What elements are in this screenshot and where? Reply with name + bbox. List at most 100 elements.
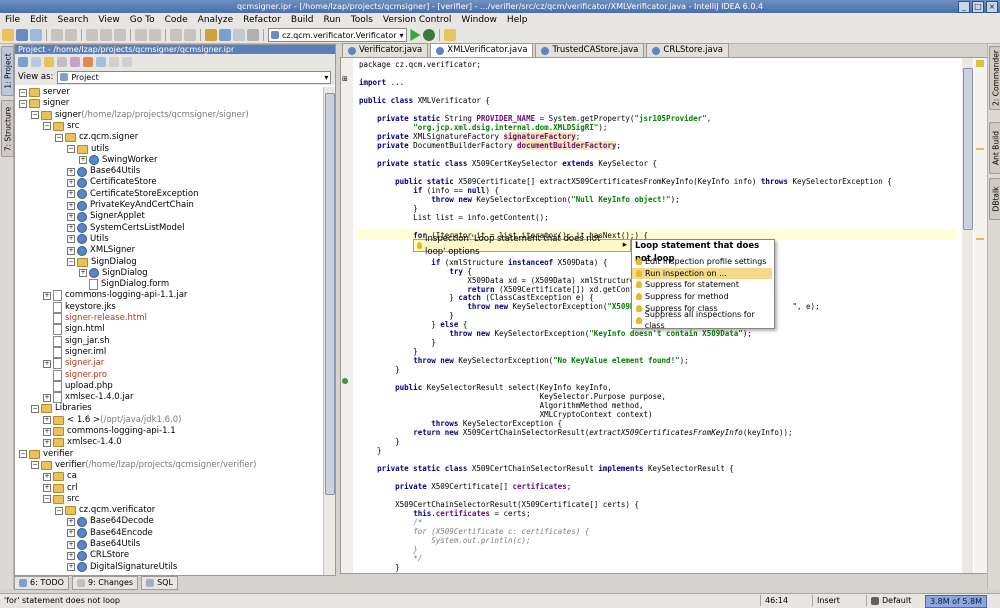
expand-icon[interactable]: + (67, 529, 75, 538)
close-button[interactable]: × (986, 1, 998, 13)
maximize-button[interactable]: □ (972, 1, 984, 13)
tree-node[interactable]: − src (43, 494, 79, 505)
help-icon[interactable] (122, 56, 132, 67)
expand-icon[interactable]: + (43, 393, 51, 402)
tree-node[interactable]: + SignerApplet (67, 211, 145, 222)
tree-node[interactable]: − SignDialog (67, 257, 137, 268)
fold-icon[interactable]: ⊞ (342, 75, 348, 83)
menu-run[interactable]: Run (318, 13, 345, 27)
paste-icon[interactable] (114, 29, 126, 41)
expand-icon[interactable]: + (67, 540, 75, 549)
tree-node[interactable]: signer.iml (43, 346, 106, 358)
tree-node[interactable]: keystore.jks (43, 301, 116, 313)
tree-node[interactable]: − signer (19, 98, 69, 109)
tree-node[interactable]: − utils (67, 144, 109, 155)
tree-node[interactable]: + ca (43, 471, 77, 482)
expand-icon[interactable]: + (79, 156, 87, 165)
replace-icon[interactable] (149, 29, 161, 41)
tree-node[interactable]: − server (19, 87, 70, 98)
menu-version-control[interactable]: Version Control (378, 13, 457, 27)
error-stripe[interactable] (974, 58, 987, 573)
expand-icon[interactable]: + (43, 359, 51, 368)
collapse-icon[interactable]: − (43, 122, 51, 131)
tree-node[interactable]: sign.html (43, 324, 105, 336)
tree-node[interactable]: − Libraries (31, 403, 92, 414)
expand-icon[interactable]: + (67, 551, 75, 560)
code-line[interactable]: public class XMLVerificator { (359, 95, 490, 106)
expand-icon[interactable]: + (43, 472, 51, 481)
editor-tab[interactable]: CRLStore.java (646, 43, 729, 57)
libraries-icon[interactable] (70, 56, 80, 67)
tree-node[interactable]: − cz.qcm.signer (55, 132, 138, 143)
tree-node[interactable]: + SwingWorker (79, 155, 157, 166)
code-line[interactable]: } (359, 445, 382, 456)
tree-node[interactable]: signer.pro (43, 369, 107, 381)
collapse-icon[interactable]: − (43, 495, 51, 504)
autoscroll-icon[interactable] (31, 56, 41, 67)
collapse-icon[interactable]: − (55, 506, 63, 515)
menu-help[interactable]: Help (502, 13, 533, 27)
help-icon[interactable] (443, 29, 456, 41)
tree-node[interactable]: − signer (/home/lzap/projects/qcmsigner/s… (31, 110, 249, 121)
implements-marker-icon[interactable] (342, 378, 348, 384)
tree-node[interactable]: + commons-logging-api-1.1 (43, 426, 176, 437)
submenu-item[interactable]: Suppress all inspections for class (632, 310, 772, 330)
menu-file[interactable]: File (0, 13, 25, 27)
tree-node[interactable]: + signer.jar (43, 358, 104, 370)
tree-node[interactable]: − src (43, 121, 79, 132)
todo-tool-tab[interactable]: 6: TODO (14, 576, 69, 590)
insert-mode[interactable]: Insert (812, 595, 867, 606)
commander-tool-tab[interactable]: 2: Commander (989, 46, 1000, 110)
expand-icon[interactable]: + (67, 563, 75, 572)
collapse-icon[interactable]: − (19, 99, 27, 108)
ant-build-tool-tab[interactable]: Ant Build (989, 122, 1000, 174)
collapse-icon[interactable]: − (67, 258, 75, 266)
code-line[interactable]: throw new KeySelectorException("No KeyVa… (359, 355, 688, 366)
expand-icon[interactable]: + (67, 235, 75, 244)
tree-node[interactable]: − verifier (/home/lzap/projects/qcmsigner… (31, 460, 256, 471)
menu-tools[interactable]: Tools (346, 13, 378, 27)
tree-node[interactable]: + commons-logging-api-1.1.jar (43, 290, 187, 302)
code-line[interactable]: return new X509CertChainSelectorResult(e… (359, 427, 792, 438)
back-icon[interactable] (170, 29, 182, 41)
expand-all-icon[interactable] (109, 56, 119, 67)
editor-scrollbar[interactable] (962, 58, 973, 573)
open-icon[interactable] (2, 29, 14, 41)
make-icon[interactable] (205, 29, 217, 41)
collapse-icon[interactable]: − (67, 145, 75, 153)
expand-icon[interactable]: + (43, 291, 51, 300)
menu-search[interactable]: Search (53, 13, 94, 27)
sync-icon[interactable] (30, 29, 42, 41)
inspection-profile[interactable]: Default (866, 595, 925, 606)
tree-node[interactable]: + DigitalSignatureUtils (67, 562, 177, 573)
collapse-icon[interactable]: − (31, 404, 39, 413)
tree-node[interactable]: sign_jar.sh (43, 335, 110, 347)
collapse-icon[interactable]: − (31, 461, 39, 470)
collapse-icon[interactable]: − (19, 88, 27, 97)
tree-node[interactable]: − verifier (19, 449, 73, 460)
submenu-item[interactable]: Suppress for statement (632, 279, 772, 290)
expand-icon[interactable]: + (67, 167, 75, 176)
undo-icon[interactable] (51, 29, 63, 41)
code-line[interactable]: private DocumentBuilderFactory documentB… (359, 140, 621, 151)
copy-icon[interactable] (100, 29, 112, 41)
tree-node[interactable]: + crl (43, 483, 78, 494)
expand-icon[interactable]: + (67, 201, 75, 210)
expand-icon[interactable]: + (67, 190, 75, 199)
menu-code[interactable]: Code (160, 13, 193, 27)
tree-node[interactable]: + SystemCertsListModel (67, 223, 185, 234)
editor-tab[interactable]: XMLVerificator.java (430, 43, 534, 57)
structure-icon[interactable] (233, 29, 245, 41)
scroll-thumb[interactable] (963, 68, 973, 230)
tree-node[interactable]: + Base64Decode (67, 516, 154, 527)
run-config-select[interactable]: cz.qcm.verificator.Verificator ▾ (268, 28, 407, 42)
tree-node[interactable]: + Base64Encode (67, 528, 153, 539)
collapse-icon[interactable]: − (19, 450, 27, 459)
expand-icon[interactable]: + (43, 416, 51, 425)
tree-node[interactable]: SignDialog.form (79, 279, 169, 291)
expand-icon[interactable]: + (67, 246, 75, 255)
view-as-select[interactable]: Project ▾ (57, 70, 332, 84)
expand-icon[interactable]: + (67, 517, 75, 526)
code-line[interactable]: private static class X509CertChainSelect… (359, 463, 734, 474)
tree-node[interactable]: + xmlsec-1.4.0 (43, 437, 122, 448)
